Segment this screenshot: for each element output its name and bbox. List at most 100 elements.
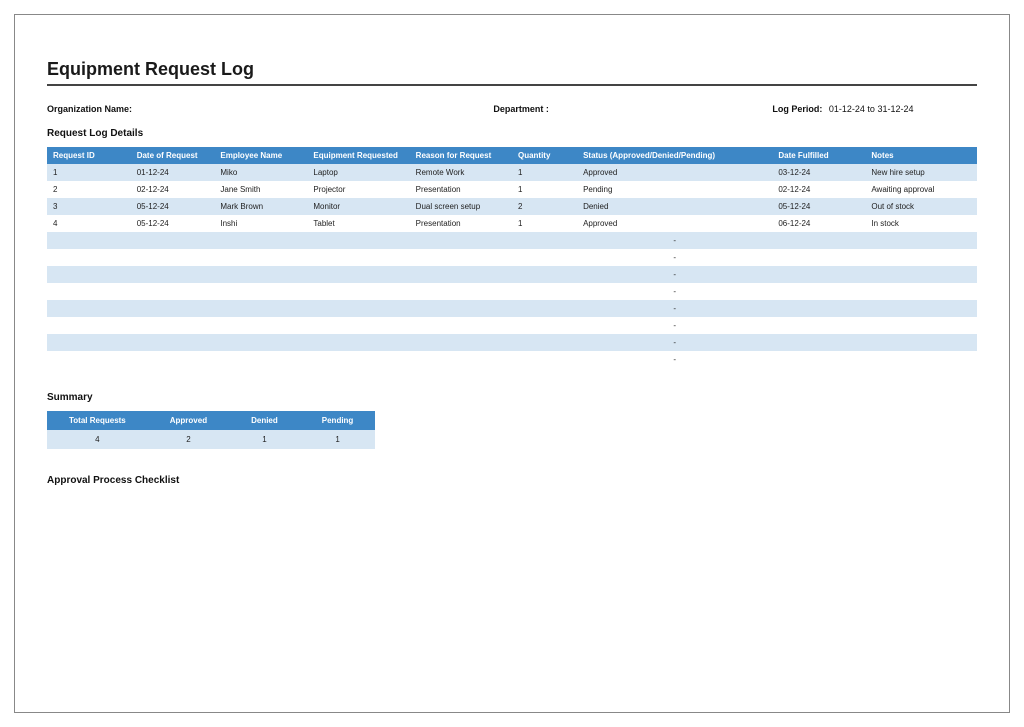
cell-fulfilled [772,266,865,283]
cell-qty: 1 [512,181,577,198]
cell-fulfilled [772,300,865,317]
cell-notes [865,249,977,266]
cell-emp [214,351,307,368]
cell-id: 4 [47,215,131,232]
cell-notes: Out of stock [865,198,977,215]
col-date-request: Date of Request [131,147,215,164]
summary-block: Summary Total Requests Approved Denied P… [47,392,977,449]
col-employee-name: Employee Name [214,147,307,164]
summary-col-total: Total Requests [47,411,148,430]
table-row: 305-12-24Mark BrownMonitorDual screen se… [47,198,977,215]
col-quantity: Quantity [512,147,577,164]
cell-fulfilled: 06-12-24 [772,215,865,232]
cell-emp [214,232,307,249]
title-rule [47,84,977,86]
cell-emp [214,300,307,317]
summary-row: 4 2 1 1 [47,430,375,449]
cell-notes [865,266,977,283]
period-value: 01-12-24 to 31-12-24 [829,104,914,114]
summary-pending-value: 1 [300,430,376,449]
cell-status: - [577,317,772,334]
cell-equip: Monitor [307,198,409,215]
cell-emp: Inshi [214,215,307,232]
summary-section-title: Summary [47,392,977,403]
cell-equip [307,283,409,300]
summary-total-value: 4 [47,430,148,449]
cell-status: - [577,334,772,351]
cell-notes [865,232,977,249]
cell-qty: 1 [512,215,577,232]
cell-fulfilled: 03-12-24 [772,164,865,181]
cell-notes: New hire setup [865,164,977,181]
table-row: - [47,317,977,334]
cell-qty [512,266,577,283]
details-section-title: Request Log Details [47,128,977,139]
table-row: - [47,266,977,283]
cell-id [47,232,131,249]
cell-equip [307,351,409,368]
cell-fulfilled [772,351,865,368]
table-row: - [47,351,977,368]
cell-notes: In stock [865,215,977,232]
cell-equip [307,300,409,317]
cell-date [131,232,215,249]
cell-qty [512,300,577,317]
cell-fulfilled [772,232,865,249]
cell-equip [307,334,409,351]
table-row: - [47,334,977,351]
cell-status: - [577,300,772,317]
cell-qty [512,232,577,249]
request-log-table: Request ID Date of Request Employee Name… [47,147,977,368]
cell-reason [410,283,512,300]
cell-id [47,351,131,368]
cell-equip [307,249,409,266]
cell-reason [410,232,512,249]
cell-status: - [577,283,772,300]
table-header: Request ID Date of Request Employee Name… [47,147,977,164]
checklist-section-title: Approval Process Checklist [47,475,977,486]
period-label: Log Period: [772,104,822,114]
summary-col-denied: Denied [229,411,300,430]
table-body: 101-12-24MikoLaptopRemote Work1Approved0… [47,164,977,368]
cell-date [131,300,215,317]
cell-date [131,334,215,351]
cell-emp [214,334,307,351]
cell-notes [865,334,977,351]
cell-date [131,351,215,368]
cell-status: Approved [577,164,772,181]
period-field: Log Period: 01-12-24 to 31-12-24 [772,104,977,114]
summary-col-pending: Pending [300,411,376,430]
info-row: Organization Name: Department : Log Peri… [47,104,977,114]
cell-equip [307,317,409,334]
cell-qty [512,283,577,300]
cell-reason: Presentation [410,215,512,232]
col-request-id: Request ID [47,147,131,164]
table-row: - [47,232,977,249]
cell-date: 01-12-24 [131,164,215,181]
table-row: - [47,300,977,317]
cell-status: Approved [577,215,772,232]
cell-fulfilled [772,249,865,266]
cell-date: 05-12-24 [131,198,215,215]
cell-id: 3 [47,198,131,215]
cell-reason [410,351,512,368]
cell-equip: Projector [307,181,409,198]
cell-notes [865,300,977,317]
cell-emp: Mark Brown [214,198,307,215]
cell-notes [865,351,977,368]
cell-fulfilled [772,283,865,300]
cell-date [131,266,215,283]
cell-qty: 2 [512,198,577,215]
cell-date [131,249,215,266]
cell-date [131,283,215,300]
table-row: 101-12-24MikoLaptopRemote Work1Approved0… [47,164,977,181]
cell-id [47,317,131,334]
cell-reason [410,300,512,317]
cell-fulfilled [772,334,865,351]
org-label: Organization Name: [47,104,132,114]
org-field: Organization Name: [47,104,493,114]
cell-emp [214,266,307,283]
cell-equip: Laptop [307,164,409,181]
cell-id [47,334,131,351]
cell-reason [410,334,512,351]
